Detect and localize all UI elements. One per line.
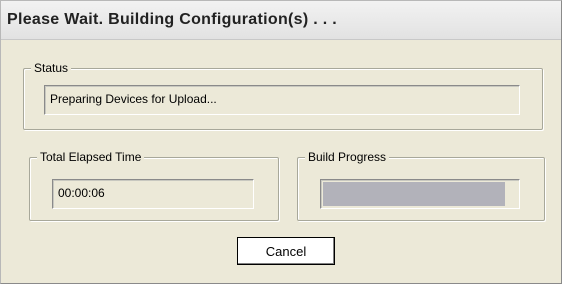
cancel-button-label: Cancel: [265, 244, 307, 259]
elapsed-time-group: Total Elapsed Time 00:00:06: [29, 149, 279, 221]
build-progress-group: Build Progress: [297, 149, 545, 221]
elapsed-time-text: 00:00:06: [58, 186, 105, 200]
status-group: Status Preparing Devices for Upload...: [23, 60, 543, 130]
elapsed-time-group-label: Total Elapsed Time: [37, 149, 145, 165]
build-progress-fill: [323, 182, 506, 206]
build-progress-bar: [320, 179, 520, 209]
elapsed-time-field: 00:00:06: [52, 179, 254, 209]
build-progress-group-label: Build Progress: [305, 149, 390, 165]
title-bar[interactable]: Please Wait. Building Configuration(s) .…: [1, 1, 561, 40]
status-group-label: Status: [31, 60, 72, 76]
cancel-button[interactable]: Cancel: [237, 237, 335, 265]
status-text: Preparing Devices for Upload...: [50, 92, 217, 106]
build-config-dialog: Please Wait. Building Configuration(s) .…: [0, 0, 562, 284]
status-field: Preparing Devices for Upload...: [44, 85, 520, 115]
dialog-title: Please Wait. Building Configuration(s) .…: [7, 11, 337, 28]
